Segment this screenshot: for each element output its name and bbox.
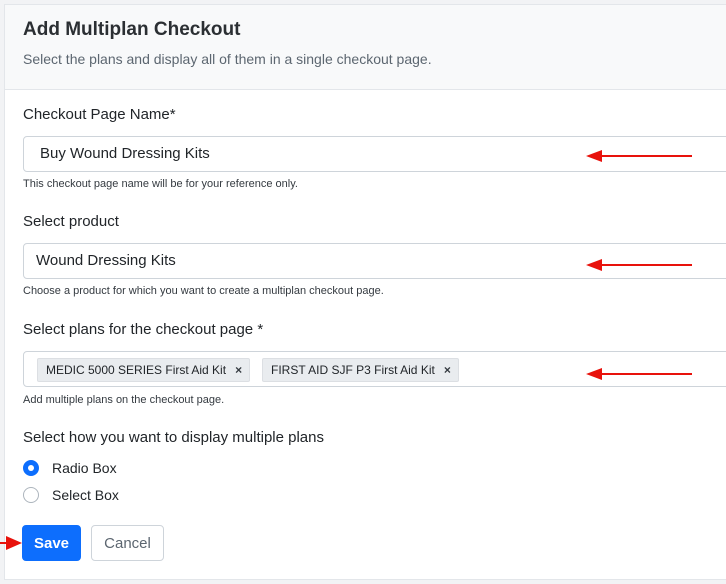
checkout-name-label: Checkout Page Name* [23, 106, 176, 123]
card-header: Add Multiplan Checkout Select the plans … [5, 5, 726, 90]
plan-tag: FIRST AID SJF P3 First Aid Kit × [262, 358, 459, 382]
plan-tag-label: MEDIC 5000 SERIES First Aid Kit [46, 363, 227, 377]
plan-tag-label: FIRST AID SJF P3 First Aid Kit [271, 363, 435, 377]
cancel-button[interactable]: Cancel [91, 525, 164, 561]
page-title: Add Multiplan Checkout [23, 19, 241, 40]
checkout-name-help: This checkout page name will be for your… [23, 178, 298, 190]
red-arrow-icon [586, 368, 692, 380]
red-arrow-icon [0, 536, 22, 550]
radio-option-label: Radio Box [52, 460, 117, 476]
radio-option-select-box[interactable]: Select Box [23, 487, 119, 503]
red-arrow-icon [586, 150, 692, 162]
plans-help: Add multiple plans on the checkout page. [23, 394, 225, 406]
page-subtitle: Select the plans and display all of them… [23, 51, 432, 67]
product-help: Choose a product for which you want to c… [23, 285, 384, 297]
close-icon[interactable]: × [444, 363, 451, 377]
radio-checked-icon[interactable] [23, 460, 39, 476]
plan-tag: MEDIC 5000 SERIES First Aid Kit × [37, 358, 251, 382]
red-arrow-icon [586, 259, 692, 271]
product-label: Select product [23, 213, 119, 230]
close-icon[interactable]: × [235, 363, 242, 377]
checkout-name-value: Buy Wound Dressing Kits [40, 145, 210, 162]
plans-label: Select plans for the checkout page * [23, 321, 264, 338]
radio-unchecked-icon[interactable] [23, 487, 39, 503]
save-button[interactable]: Save [22, 525, 81, 561]
radio-option-label: Select Box [52, 487, 119, 503]
radio-option-radio-box[interactable]: Radio Box [23, 460, 117, 476]
product-value: Wound Dressing Kits [36, 252, 176, 269]
display-label: Select how you want to display multiple … [23, 429, 324, 446]
